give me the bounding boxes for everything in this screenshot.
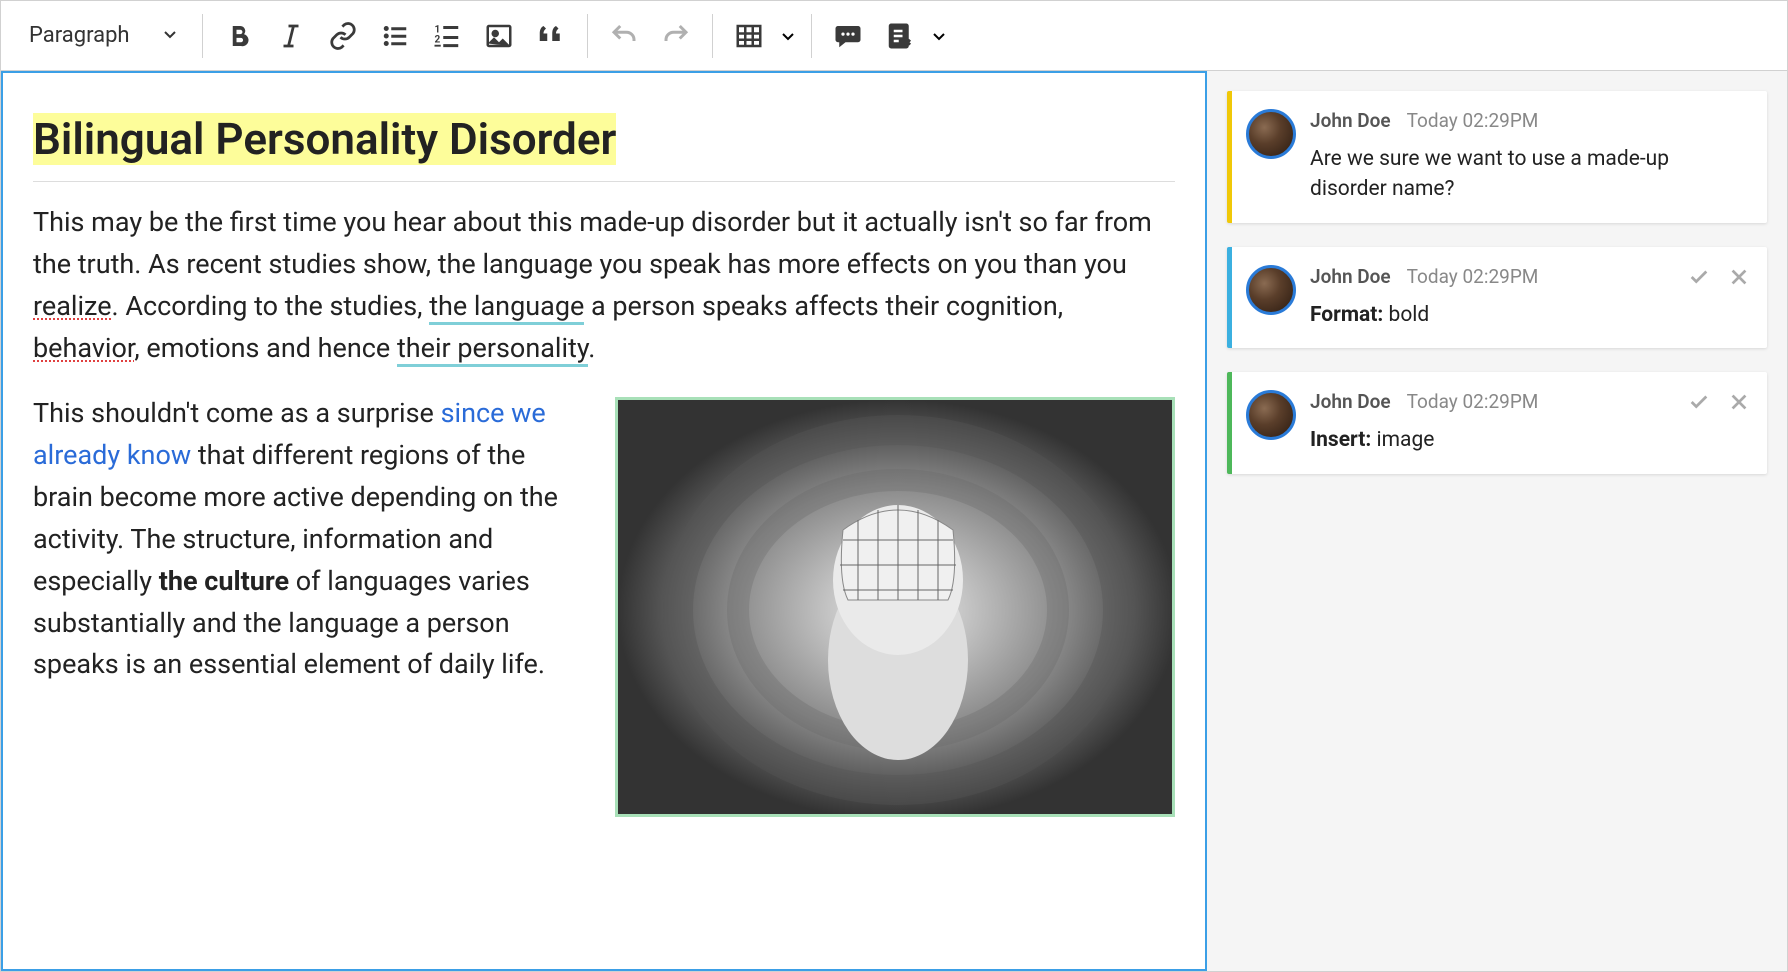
document-title[interactable]: Bilingual Personality Disorder [33, 113, 1175, 182]
table-icon [723, 10, 775, 62]
svg-text:2: 2 [434, 34, 440, 45]
comments-sidebar: John Doe Today 02:29PM Are we sure we wa… [1207, 71, 1787, 971]
toolbar-separator [202, 14, 203, 58]
block-type-label: Paragraph [29, 23, 130, 48]
reject-button[interactable] [1723, 386, 1755, 418]
suggestion-card[interactable]: John Doe Today 02:29PM Format: bold [1227, 247, 1767, 348]
comment-text: Are we sure we want to use a made-up dis… [1310, 144, 1749, 205]
avatar [1246, 390, 1296, 440]
reject-button[interactable] [1723, 261, 1755, 293]
image-button[interactable] [473, 10, 525, 62]
editor-app: Paragraph 12 [0, 0, 1788, 972]
chevron-down-icon [162, 23, 178, 48]
avatar [1246, 265, 1296, 315]
comment-author: John Doe [1310, 390, 1391, 413]
comment-time: Today 02:29PM [1407, 109, 1539, 132]
inserted-image[interactable] [615, 397, 1175, 817]
editor-content[interactable]: Bilingual Personality Disorder This may … [1, 71, 1207, 971]
paragraph[interactable]: This shouldn't come as a surprise since … [33, 393, 1175, 686]
toolbar-separator [712, 14, 713, 58]
toolbar-separator [587, 14, 588, 58]
bullet-list-button[interactable] [369, 10, 421, 62]
table-button[interactable] [723, 10, 801, 62]
link-button[interactable] [317, 10, 369, 62]
toolbar: Paragraph 12 [1, 1, 1787, 71]
accept-button[interactable] [1683, 386, 1715, 418]
toolbar-separator [811, 14, 812, 58]
comment-highlight: Bilingual Personality Disorder [33, 113, 616, 165]
blockquote-button[interactable] [525, 10, 577, 62]
suggestion-card[interactable]: John Doe Today 02:29PM Insert: image [1227, 372, 1767, 473]
avatar [1246, 109, 1296, 159]
suggestion-mark[interactable]: the language [429, 290, 584, 325]
main-area: Bilingual Personality Disorder This may … [1, 71, 1787, 971]
comment-time: Today 02:29PM [1407, 265, 1539, 288]
bold-button[interactable] [213, 10, 265, 62]
comment-author: John Doe [1310, 109, 1391, 132]
comment-button[interactable] [822, 10, 874, 62]
comment-time: Today 02:29PM [1407, 390, 1539, 413]
undo-button[interactable] [598, 10, 650, 62]
comment-author: John Doe [1310, 265, 1391, 288]
suggestion-text: Insert: image [1310, 425, 1749, 455]
suggestion-mark[interactable]: their personality [397, 332, 588, 367]
track-changes-icon [874, 10, 926, 62]
track-changes-button[interactable] [874, 10, 952, 62]
numbered-list-button[interactable]: 12 [421, 10, 473, 62]
italic-button[interactable] [265, 10, 317, 62]
redo-button[interactable] [650, 10, 702, 62]
block-type-select[interactable]: Paragraph [15, 10, 192, 62]
paragraph[interactable]: This may be the first time you hear abou… [33, 202, 1175, 369]
chevron-down-icon [926, 28, 952, 44]
accept-button[interactable] [1683, 261, 1715, 293]
comment-card[interactable]: John Doe Today 02:29PM Are we sure we wa… [1227, 91, 1767, 223]
suggestion-text: Format: bold [1310, 300, 1749, 330]
chevron-down-icon [775, 28, 801, 44]
bold-text: the culture [159, 565, 289, 597]
spellcheck-mark[interactable]: realize [33, 290, 112, 322]
spellcheck-mark[interactable]: behavior [33, 332, 134, 364]
